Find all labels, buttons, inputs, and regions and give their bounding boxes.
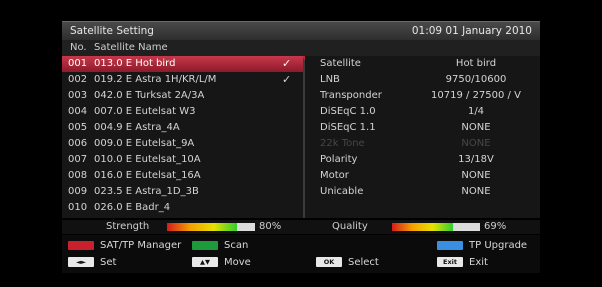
satellite-number: 006 (68, 138, 88, 149)
detail-label: Transponder (320, 90, 382, 101)
detail-value: 10719 / 27500 / V (431, 90, 521, 101)
move-hint[interactable]: ▲▼ Move (192, 256, 272, 269)
detail-value: Hot bird (455, 58, 497, 69)
quality-meter (392, 223, 480, 231)
quality-meter-fill (392, 223, 453, 231)
detail-row[interactable]: DiSEqC 1.1 NONE (305, 120, 540, 136)
detail-label: DiSEqC 1.0 (320, 106, 376, 117)
quality-percent: 69% (484, 221, 507, 232)
ok-key-icon: OK (316, 257, 342, 267)
satellite-name: 007.0 E Eutelsat W3 (94, 106, 196, 117)
detail-value: NONE (461, 122, 491, 133)
satellite-name: 023.5 E Astra_1D_3B (94, 186, 199, 197)
up-down-arrows-icon: ▲▼ (192, 257, 218, 267)
satellite-list-row[interactable]: 005 004.9 E Astra_4A (62, 120, 303, 136)
sat-tp-manager-label: SAT/TP Manager (100, 240, 182, 251)
detail-row[interactable]: Unicable NONE (305, 184, 540, 200)
move-label: Move (224, 257, 251, 268)
satellite-name: 004.9 E Astra_4A (94, 122, 180, 133)
detail-label: Satellite (320, 58, 361, 69)
detail-row: 22k Tone NONE (305, 136, 540, 152)
satellite-list-row[interactable]: 003 042.0 E Turksat 2A/3A (62, 88, 303, 104)
scan-label: Scan (224, 240, 249, 251)
detail-label: LNB (320, 74, 340, 85)
blue-key-icon (437, 241, 463, 250)
detail-row[interactable]: LNB 9750/10600 (305, 72, 540, 88)
green-key-icon (192, 241, 218, 250)
left-right-arrows-icon: ◄► (68, 257, 94, 267)
satellite-number: 003 (68, 90, 88, 101)
exit-key-icon: Exit (437, 257, 463, 267)
strength-percent: 80% (259, 221, 282, 232)
satellite-list-row[interactable]: 002 019.2 E Astra 1H/KR/L/M ✓ (62, 72, 303, 88)
satellite-list-row[interactable]: 010 026.0 E Badr_4 (62, 200, 303, 216)
satellite-number: 007 (68, 154, 88, 165)
detail-value: 13/18V (458, 154, 494, 165)
satellite-list-row[interactable]: 001 013.0 E Hot bird ✓ (62, 56, 303, 72)
satellite-number: 009 (68, 186, 88, 197)
column-header-satellite-name: Satellite Name (94, 42, 168, 53)
satellite-name: 009.0 E Eutelsat_9A (94, 138, 195, 149)
satellite-name: 016.0 E Eutelsat_16A (94, 170, 201, 181)
detail-label: DiSEqC 1.1 (320, 122, 376, 133)
satellite-list-row[interactable]: 007 010.0 E Eutelsat_10A (62, 152, 303, 168)
satellite-setting-screen: Satellite Setting 01:09 01 January 2010 … (0, 0, 602, 287)
satellite-list-row[interactable]: 006 009.0 E Eutelsat_9A (62, 136, 303, 152)
satellite-name: 026.0 E Badr_4 (94, 202, 171, 213)
detail-value: 1/4 (467, 106, 485, 117)
detail-value: NONE (461, 170, 491, 181)
detail-row[interactable]: Motor NONE (305, 168, 540, 184)
detail-row[interactable]: Satellite Hot bird (305, 56, 540, 72)
satellite-number: 005 (68, 122, 88, 133)
clock-display: 01:09 01 January 2010 (411, 25, 532, 37)
strength-label: Strength (106, 221, 150, 232)
red-key-icon (68, 241, 94, 250)
list-column-header: No. Satellite Name (62, 40, 540, 56)
satellite-name: 042.0 E Turksat 2A/3A (94, 90, 205, 101)
satellite-number: 001 (68, 58, 88, 69)
strength-meter (167, 223, 255, 231)
satellite-number: 010 (68, 202, 88, 213)
detail-row[interactable]: Transponder 10719 / 27500 / V (305, 88, 540, 104)
exit-label: Exit (469, 257, 488, 268)
select-hint[interactable]: OK Select (316, 256, 396, 269)
key-hint-footer: SAT/TP Manager Scan TP Upgrade ◄► Set ▲▼… (62, 235, 540, 273)
satellite-number: 002 (68, 74, 88, 85)
detail-label: Unicable (320, 186, 364, 197)
select-label: Select (348, 257, 379, 268)
satellite-name: 013.0 E Hot bird (94, 58, 176, 69)
set-label: Set (100, 257, 117, 268)
satellite-name: 019.2 E Astra 1H/KR/L/M (94, 74, 217, 85)
satellite-list-row[interactable]: 008 016.0 E Eutelsat_16A (62, 168, 303, 184)
strength-meter-fill (167, 223, 238, 231)
satellite-list-row[interactable]: 004 007.0 E Eutelsat W3 (62, 104, 303, 120)
detail-label: Polarity (320, 154, 358, 165)
tp-upgrade-label: TP Upgrade (469, 240, 528, 251)
page-title: Satellite Setting (70, 25, 154, 37)
satellite-list-row[interactable]: 009 023.5 E Astra_1D_3B (62, 184, 303, 200)
detail-label: 22k Tone (320, 138, 365, 149)
satellite-name: 010.0 E Eutelsat_10A (94, 154, 201, 165)
quality-label: Quality (332, 221, 368, 232)
detail-row[interactable]: DiSEqC 1.0 1/4 (305, 104, 540, 120)
exit-hint[interactable]: Exit Exit (437, 256, 517, 269)
satellite-list: 001 013.0 E Hot bird ✓ 002 019.2 E Astra 1H/… (62, 56, 303, 218)
detail-row[interactable]: Polarity 13/18V (305, 152, 540, 168)
set-hint[interactable]: ◄► Set (68, 256, 148, 269)
detail-value: NONE (461, 186, 491, 197)
detail-value: 9750/10600 (445, 74, 507, 85)
satellite-number: 004 (68, 106, 88, 117)
detail-value: NONE (461, 138, 491, 149)
tp-upgrade-button[interactable]: TP Upgrade (437, 239, 537, 252)
title-bar: Satellite Setting 01:09 01 January 2010 (62, 21, 540, 41)
checkmark-icon: ✓ (282, 57, 292, 70)
checkmark-icon: ✓ (282, 73, 292, 86)
scan-button[interactable]: Scan (192, 239, 292, 252)
satellite-number: 008 (68, 170, 88, 181)
satellite-detail-panel: Satellite Hot bird LNB 9750/10600 Transponde… (305, 56, 540, 218)
column-header-no: No. (70, 42, 87, 53)
signal-bar: Strength 80% Quality 69% (62, 220, 540, 234)
detail-label: Motor (320, 170, 349, 181)
